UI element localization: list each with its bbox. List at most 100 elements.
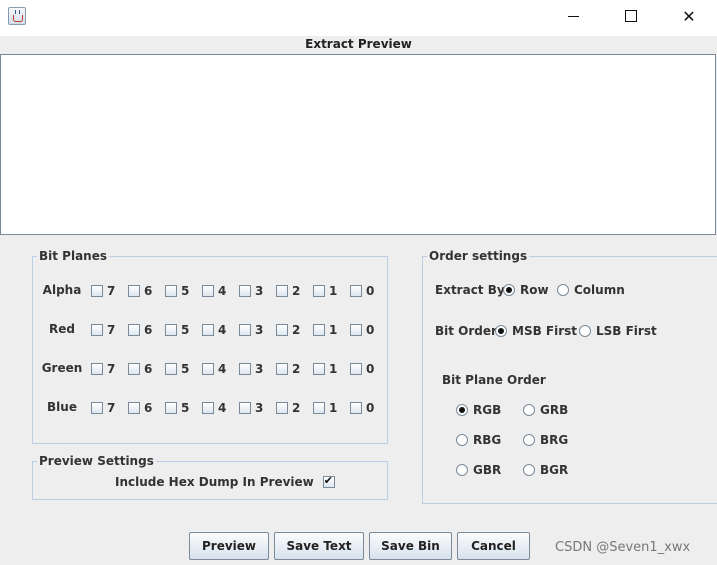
radio-button[interactable] [523, 404, 535, 416]
radio-option[interactable]: BGR [523, 463, 568, 477]
bit-checkbox[interactable] [276, 402, 288, 414]
radio-button[interactable] [495, 325, 507, 337]
bit-plane-option[interactable]: 2 [276, 323, 300, 337]
bit-plane-option[interactable]: 7 [91, 323, 115, 337]
bit-plane-option[interactable]: 3 [239, 362, 263, 376]
bit-plane-option[interactable]: 7 [91, 284, 115, 298]
bit-checkbox[interactable] [276, 285, 288, 297]
bit-plane-option[interactable]: 0 [350, 401, 374, 415]
radio-option[interactable]: MSB First [495, 324, 577, 338]
bit-plane-option[interactable]: 1 [313, 401, 337, 415]
bit-plane-option[interactable]: 2 [276, 401, 300, 415]
bit-plane-option[interactable]: 7 [91, 362, 115, 376]
bit-plane-option[interactable]: 1 [313, 323, 337, 337]
bit-checkbox[interactable] [350, 402, 362, 414]
bit-plane-option[interactable]: 3 [239, 284, 263, 298]
bit-checkbox[interactable] [350, 324, 362, 336]
preview-settings-group: Preview Settings Include Hex Dump In Pre… [32, 454, 388, 500]
radio-button[interactable] [579, 325, 591, 337]
maximize-icon [625, 10, 637, 22]
bit-checkbox[interactable] [128, 285, 140, 297]
radio-option[interactable]: LSB First [579, 324, 657, 338]
bit-checkbox[interactable] [202, 324, 214, 336]
bit-plane-option[interactable]: 5 [165, 284, 189, 298]
radio-option[interactable]: Row [503, 283, 549, 297]
bit-checkbox[interactable] [91, 324, 103, 336]
radio-button[interactable] [523, 434, 535, 446]
bit-plane-option[interactable]: 1 [313, 284, 337, 298]
radio-option[interactable]: RBG [456, 433, 501, 447]
bit-checkbox[interactable] [202, 285, 214, 297]
maximize-button[interactable] [608, 0, 654, 32]
radio-button[interactable] [456, 464, 468, 476]
bit-plane-option[interactable]: 5 [165, 323, 189, 337]
bit-checkbox[interactable] [276, 324, 288, 336]
bit-checkbox[interactable] [128, 324, 140, 336]
bit-plane-option[interactable]: 1 [313, 362, 337, 376]
minimize-button[interactable] [550, 0, 596, 32]
bit-plane-option[interactable]: 5 [165, 401, 189, 415]
bit-checkbox[interactable] [350, 285, 362, 297]
bit-checkbox[interactable] [239, 363, 251, 375]
bit-checkbox[interactable] [128, 402, 140, 414]
bit-plane-option[interactable]: 4 [202, 323, 226, 337]
hex-dump-option[interactable]: Include Hex Dump In Preview [115, 474, 339, 489]
bit-plane-option[interactable]: 6 [128, 401, 152, 415]
bit-checkbox[interactable] [313, 324, 325, 336]
bit-checkbox[interactable] [165, 402, 177, 414]
cancel-button[interactable]: Cancel [457, 532, 530, 560]
bit-label: 3 [255, 323, 264, 337]
radio-option[interactable]: GBR [456, 463, 501, 477]
bit-plane-option[interactable]: 4 [202, 284, 226, 298]
preview-text-area[interactable] [0, 54, 716, 235]
bit-plane-option[interactable]: 3 [239, 401, 263, 415]
bit-plane-option[interactable]: 6 [128, 284, 152, 298]
bit-checkbox[interactable] [313, 285, 325, 297]
preview-button[interactable]: Preview [189, 532, 269, 560]
radio-option[interactable]: BRG [523, 433, 568, 447]
bit-checkbox[interactable] [165, 285, 177, 297]
bit-plane-option[interactable]: 3 [239, 323, 263, 337]
bit-checkbox[interactable] [350, 363, 362, 375]
bit-plane-option[interactable]: 6 [128, 362, 152, 376]
hex-dump-checkbox[interactable] [322, 474, 335, 488]
bit-checkbox[interactable] [239, 402, 251, 414]
bit-checkbox[interactable] [313, 363, 325, 375]
radio-button[interactable] [523, 464, 535, 476]
bit-checkbox[interactable] [165, 324, 177, 336]
radio-button[interactable] [456, 404, 468, 416]
radio-button[interactable] [557, 284, 569, 296]
bit-checkbox[interactable] [128, 363, 140, 375]
bit-label: 1 [329, 323, 338, 337]
bit-plane-option[interactable]: 5 [165, 362, 189, 376]
java-app-icon[interactable] [8, 7, 26, 25]
bit-plane-option[interactable]: 4 [202, 401, 226, 415]
bit-checkbox[interactable] [91, 402, 103, 414]
bit-plane-option[interactable]: 2 [276, 362, 300, 376]
bit-checkbox[interactable] [239, 324, 251, 336]
bit-checkbox[interactable] [202, 363, 214, 375]
bit-checkbox[interactable] [165, 363, 177, 375]
bit-checkbox[interactable] [276, 363, 288, 375]
bit-checkbox[interactable] [313, 402, 325, 414]
radio-option[interactable]: RGB [456, 403, 501, 417]
radio-option[interactable]: Column [557, 283, 625, 297]
save-text-button[interactable]: Save Text [274, 532, 364, 560]
radio-option[interactable]: GRB [523, 403, 568, 417]
radio-button[interactable] [456, 434, 468, 446]
bit-label: 7 [107, 323, 116, 337]
bit-plane-option[interactable]: 0 [350, 362, 374, 376]
bit-checkbox[interactable] [202, 402, 214, 414]
bit-plane-option[interactable]: 0 [350, 284, 374, 298]
bit-plane-option[interactable]: 4 [202, 362, 226, 376]
radio-button[interactable] [503, 284, 515, 296]
save-bin-button[interactable]: Save Bin [369, 532, 452, 560]
bit-checkbox[interactable] [239, 285, 251, 297]
close-button[interactable]: ✕ [666, 0, 712, 32]
bit-plane-option[interactable]: 6 [128, 323, 152, 337]
bit-plane-option[interactable]: 2 [276, 284, 300, 298]
bit-plane-option[interactable]: 7 [91, 401, 115, 415]
bit-checkbox[interactable] [91, 363, 103, 375]
bit-checkbox[interactable] [91, 285, 103, 297]
bit-plane-option[interactable]: 0 [350, 323, 374, 337]
